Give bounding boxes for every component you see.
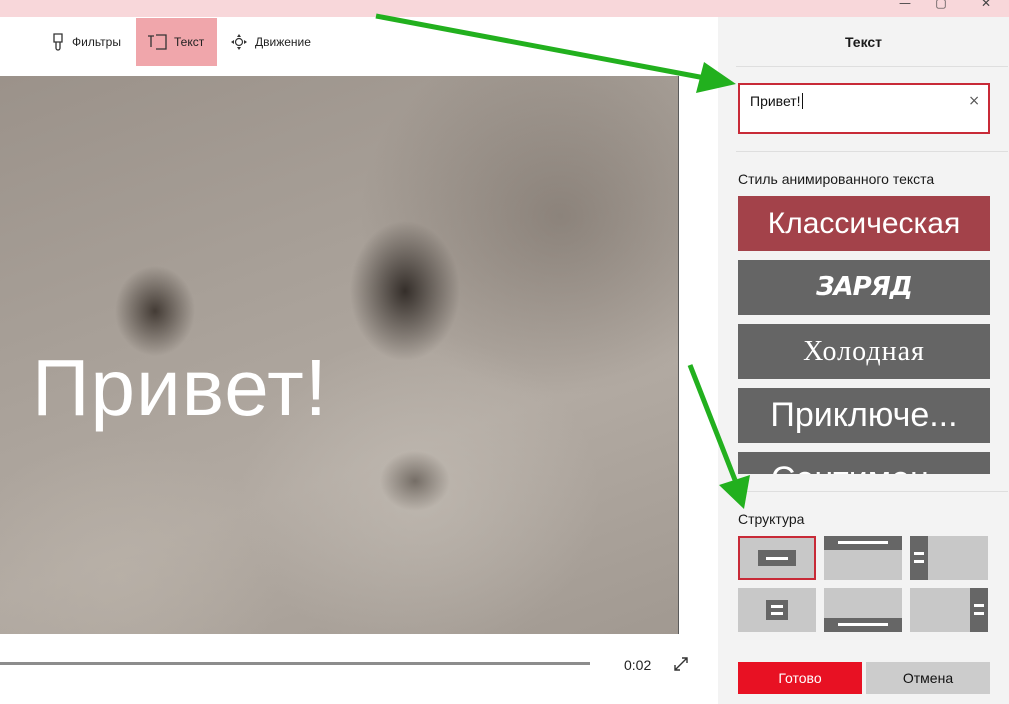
done-button[interactable]: Готово [738,662,862,694]
style-sentimental[interactable]: Сентимен... [738,452,990,474]
filters-tab[interactable]: Фильтры [40,18,131,66]
layout-top-line [838,541,888,544]
close-window-button[interactable]: ✕ [979,0,993,10]
layout-small-center-line [771,605,783,608]
layout-small-center-line [771,612,783,615]
playback-time: 0:02 [624,657,652,673]
clear-text-icon[interactable]: × [968,93,980,109]
motion-label: Движение [255,35,311,49]
text-input[interactable]: Привет! × [738,83,990,134]
text-style-list[interactable]: Классическая ЗАРЯД Холодная Приключе... … [738,196,990,474]
title-bar: — ▢ ✕ [0,0,1009,17]
text-tab[interactable]: Текст [136,18,217,66]
brush-icon [50,33,66,51]
preview-divider [678,76,679,634]
motion-tab[interactable]: Движение [219,18,321,66]
divider [736,66,1008,67]
layout-label: Структура [738,511,805,527]
text-box-icon [146,33,168,51]
cancel-button[interactable]: Отмена [866,662,990,694]
layout-right[interactable] [910,588,988,632]
layout-grid [738,536,990,632]
preview-overlay-text: Привет! [32,343,328,432]
style-charge[interactable]: ЗАРЯД [738,260,990,315]
layout-left-bar [910,536,928,580]
layout-bottom[interactable] [824,588,902,632]
layout-left-line [914,560,924,563]
styles-label: Стиль анимированного текста [738,171,935,187]
style-adventure[interactable]: Приключе... [738,388,990,443]
text-label: Текст [174,35,205,49]
playback-timeline[interactable] [0,662,590,665]
minimize-button[interactable]: — [898,0,912,10]
divider [736,151,1008,152]
text-panel: Текст Привет! × Стиль анимированного тек… [718,17,1009,704]
video-preview: Привет! [0,76,678,634]
style-classic[interactable]: Классическая [738,196,990,251]
layout-right-line [974,604,984,607]
style-cold[interactable]: Холодная [738,324,990,379]
expand-icon[interactable] [672,655,690,673]
layout-top[interactable] [824,536,902,580]
layout-right-line [974,612,984,615]
layout-right-bar [970,588,988,632]
panel-title: Текст [844,34,883,50]
layout-center-line [766,557,788,560]
maximize-button[interactable]: ▢ [934,0,948,10]
layout-small-center-bar [766,600,788,620]
layout-left[interactable] [910,536,988,580]
layout-center[interactable] [738,536,816,580]
layout-small-center[interactable] [738,588,816,632]
text-input-value: Привет! [750,93,803,109]
edit-toolbar: Фильтры Текст Движение [0,17,718,75]
filters-label: Фильтры [72,35,121,49]
layout-bottom-line [838,623,888,626]
video-editor-window: — ▢ ✕ Фильтры Текст Движение Привет! 0:0… [0,0,1009,704]
layout-left-line [914,552,924,555]
motion-icon [229,32,249,52]
text-caret [801,93,803,109]
divider [736,491,1008,492]
